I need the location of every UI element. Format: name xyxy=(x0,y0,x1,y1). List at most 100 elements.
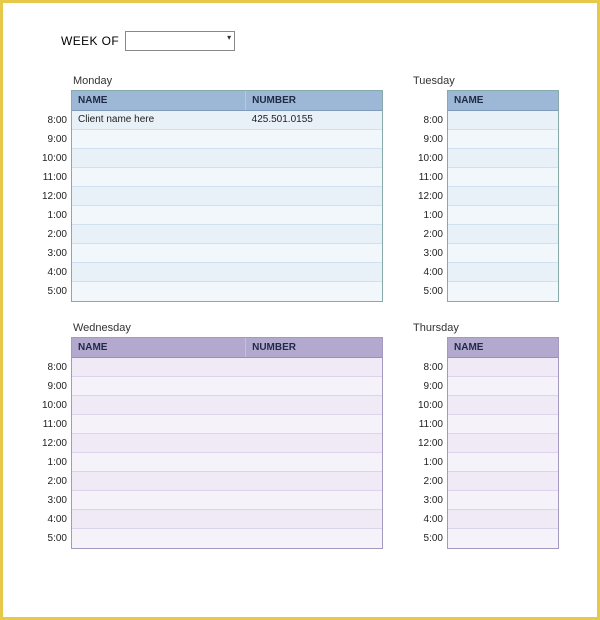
cell[interactable] xyxy=(448,149,558,167)
cell-number[interactable] xyxy=(246,244,382,262)
cell-number[interactable] xyxy=(246,187,382,205)
cell[interactable] xyxy=(448,206,558,224)
table-row[interactable] xyxy=(448,149,558,168)
cell-number[interactable] xyxy=(246,263,382,281)
cell-name[interactable] xyxy=(72,244,246,262)
table-row[interactable] xyxy=(72,263,382,282)
cell-name[interactable] xyxy=(72,187,246,205)
cell[interactable] xyxy=(448,415,558,433)
cell[interactable] xyxy=(448,377,558,395)
cell-number[interactable] xyxy=(246,491,382,509)
table-row[interactable] xyxy=(72,529,382,548)
table-row[interactable] xyxy=(72,415,382,434)
cell[interactable] xyxy=(448,358,558,376)
cell-name[interactable] xyxy=(72,149,246,167)
cell[interactable] xyxy=(448,510,558,528)
cell[interactable] xyxy=(448,111,558,129)
table-row[interactable] xyxy=(448,282,558,301)
cell-number[interactable] xyxy=(246,225,382,243)
table-row[interactable] xyxy=(72,244,382,263)
cell-name[interactable] xyxy=(72,453,246,471)
table-row[interactable] xyxy=(72,130,382,149)
cell-number[interactable] xyxy=(246,453,382,471)
cell[interactable] xyxy=(448,225,558,243)
cell-number[interactable] xyxy=(246,510,382,528)
cell-name[interactable] xyxy=(72,168,246,186)
table-row[interactable] xyxy=(72,510,382,529)
cell-number[interactable] xyxy=(246,358,382,376)
table-row[interactable] xyxy=(72,168,382,187)
cell-name[interactable] xyxy=(72,282,246,301)
cell-number[interactable] xyxy=(246,149,382,167)
weekof-input[interactable]: ▾ xyxy=(125,31,235,51)
table-row[interactable] xyxy=(448,377,558,396)
cell[interactable] xyxy=(448,130,558,148)
table-row[interactable] xyxy=(448,130,558,149)
table-row[interactable] xyxy=(448,263,558,282)
cell-name[interactable]: Client name here xyxy=(72,111,246,129)
table-row[interactable] xyxy=(72,282,382,301)
cell[interactable] xyxy=(448,491,558,509)
cell-number[interactable] xyxy=(246,282,382,301)
cell-number[interactable] xyxy=(246,434,382,452)
cell-name[interactable] xyxy=(72,491,246,509)
cell-name[interactable] xyxy=(72,396,246,414)
cell-name[interactable] xyxy=(72,377,246,395)
table-row[interactable] xyxy=(448,434,558,453)
cell-name[interactable] xyxy=(72,472,246,490)
table-row[interactable] xyxy=(448,358,558,377)
cell[interactable] xyxy=(448,263,558,281)
cell[interactable] xyxy=(448,244,558,262)
cell-number[interactable] xyxy=(246,168,382,186)
cell-number[interactable] xyxy=(246,377,382,395)
table-row[interactable] xyxy=(448,529,558,548)
table-row[interactable] xyxy=(72,453,382,472)
table-row[interactable] xyxy=(72,377,382,396)
cell-number[interactable] xyxy=(246,529,382,548)
table-row[interactable] xyxy=(448,225,558,244)
table-row[interactable] xyxy=(72,187,382,206)
cell[interactable] xyxy=(448,168,558,186)
table-row[interactable] xyxy=(448,111,558,130)
cell-number[interactable] xyxy=(246,472,382,490)
cell-name[interactable] xyxy=(72,225,246,243)
cell[interactable] xyxy=(448,396,558,414)
table-row[interactable] xyxy=(72,434,382,453)
cell[interactable] xyxy=(448,472,558,490)
cell-name[interactable] xyxy=(72,263,246,281)
table-row[interactable] xyxy=(72,149,382,168)
cell-name[interactable] xyxy=(72,206,246,224)
table-row[interactable] xyxy=(448,415,558,434)
cell[interactable] xyxy=(448,529,558,548)
cell[interactable] xyxy=(448,282,558,301)
cell[interactable] xyxy=(448,434,558,452)
table-row[interactable] xyxy=(448,168,558,187)
table-row[interactable] xyxy=(72,358,382,377)
table-row[interactable] xyxy=(72,225,382,244)
table-row[interactable] xyxy=(448,510,558,529)
cell-name[interactable] xyxy=(72,510,246,528)
cell-name[interactable] xyxy=(72,130,246,148)
cell-name[interactable] xyxy=(72,415,246,433)
cell-number[interactable] xyxy=(246,130,382,148)
table-row[interactable] xyxy=(448,187,558,206)
table-row[interactable] xyxy=(448,491,558,510)
cell-number[interactable] xyxy=(246,415,382,433)
cell[interactable] xyxy=(448,187,558,205)
table-row[interactable] xyxy=(72,206,382,225)
table-row[interactable] xyxy=(448,206,558,225)
cell[interactable] xyxy=(448,453,558,471)
cell-number[interactable] xyxy=(246,396,382,414)
cell-name[interactable] xyxy=(72,358,246,376)
table-row[interactable] xyxy=(72,396,382,415)
cell-number[interactable] xyxy=(246,206,382,224)
table-row[interactable] xyxy=(448,396,558,415)
table-row[interactable] xyxy=(72,472,382,491)
table-row[interactable] xyxy=(448,472,558,491)
cell-number[interactable]: 425.501.0155 xyxy=(246,111,382,129)
table-row[interactable]: Client name here425.501.0155 xyxy=(72,111,382,130)
table-row[interactable] xyxy=(448,244,558,263)
cell-name[interactable] xyxy=(72,434,246,452)
table-row[interactable] xyxy=(448,453,558,472)
cell-name[interactable] xyxy=(72,529,246,548)
